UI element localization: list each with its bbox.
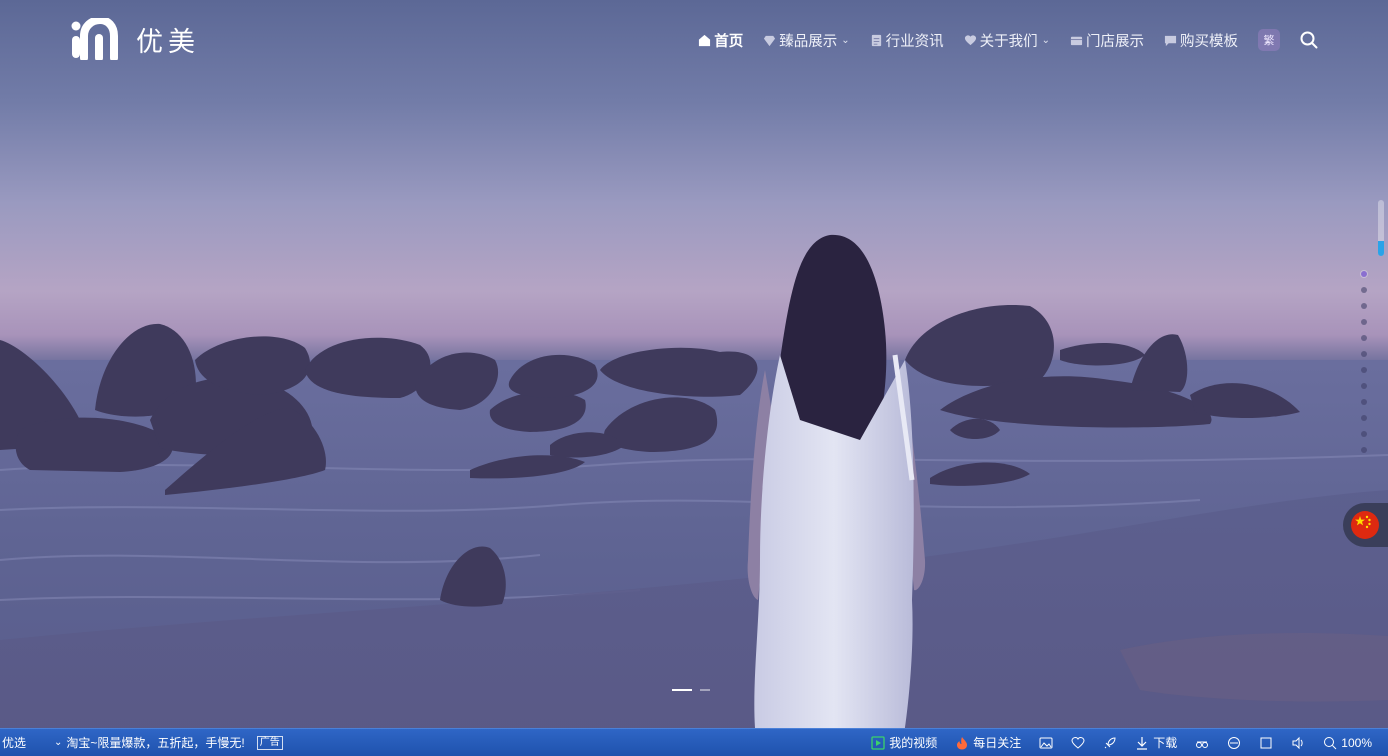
china-flag-icon (1351, 511, 1379, 539)
browser-e-icon[interactable] (1227, 736, 1241, 750)
chevron-down-double-icon: ⌄ (54, 737, 63, 748)
taskbar-left: 优选 (2, 729, 26, 756)
message-icon (1164, 35, 1177, 46)
speaker-icon[interactable] (1291, 736, 1305, 750)
nav-item-label: 门店展示 (1086, 33, 1144, 50)
nav-item-home[interactable]: 首页 (698, 30, 743, 51)
store-icon (1070, 36, 1083, 45)
chevron-down-icon: ⌄ (841, 34, 850, 46)
search-icon[interactable] (1300, 31, 1318, 49)
rocket-icon[interactable] (1103, 736, 1117, 750)
nav-item-label: 购买模板 (1180, 33, 1238, 50)
zoom-level-button[interactable]: 100% (1323, 736, 1372, 750)
traditional-chinese-toggle[interactable]: 繁 (1258, 29, 1280, 51)
document-icon (871, 34, 881, 46)
section-dot[interactable] (1361, 367, 1367, 373)
home-icon (699, 34, 711, 46)
hero-banner (0, 0, 1388, 728)
youxuan-label[interactable]: 优选 (2, 734, 26, 751)
beach-scene-image (0, 234, 1388, 728)
section-dot[interactable] (1361, 447, 1367, 453)
chevron-down-icon: ⌄ (1041, 34, 1050, 46)
woman-figure (747, 234, 926, 728)
section-dot[interactable] (1361, 351, 1367, 357)
site-logo[interactable]: 优美 (70, 18, 200, 60)
nav-item-buy-template[interactable]: 购买模板 (1164, 30, 1238, 51)
section-dot-nav (1361, 271, 1369, 463)
scroll-progress-indicator (1378, 241, 1384, 256)
diamond-icon (764, 35, 776, 46)
my-videos-button[interactable]: 我的视频 (871, 734, 937, 751)
logo-m-icon (71, 18, 118, 60)
section-dot[interactable] (1361, 431, 1367, 437)
site-header: 优美 首页 臻品展示 ⌄ 行业资讯 关于我们 ⌄ 门店展示 购买模板 繁 (0, 0, 1388, 80)
brand-name: 优美 (136, 26, 200, 58)
slide-bullet-active[interactable] (672, 689, 692, 691)
section-dot[interactable] (1361, 335, 1367, 341)
ad-tag: 广告 (256, 735, 283, 750)
section-dot[interactable] (1361, 271, 1367, 277)
section-dot[interactable] (1361, 303, 1367, 309)
nav-item-label: 关于我们 (979, 33, 1038, 50)
main-nav: 首页 臻品展示 ⌄ 行业资讯 关于我们 ⌄ 门店展示 购买模板 繁 (698, 28, 1318, 52)
heart-icon (964, 34, 976, 45)
browser-status-bar: 优选 ⌄ 淘宝~限量爆款，五折起，手慢无! 广告 我的视频 每日关注 下载 10… (0, 728, 1388, 756)
glasses-icon[interactable] (1195, 736, 1209, 750)
language-switch-button[interactable] (1343, 503, 1388, 547)
slide-bullet[interactable] (700, 689, 710, 691)
zoom-icon (1324, 736, 1337, 749)
nav-item-label: 行业资讯 (885, 33, 944, 50)
video-play-icon (871, 735, 885, 750)
news-ticker-text[interactable]: 淘宝~限量爆款，五折起，手慢无! (66, 734, 244, 751)
nav-item-stores[interactable]: 门店展示 (1070, 30, 1144, 51)
fire-icon (957, 736, 968, 749)
download-icon (1137, 736, 1148, 750)
nav-item-label: 首页 (714, 33, 744, 50)
section-dot[interactable] (1361, 287, 1367, 293)
zoom-level-value: 100% (1341, 735, 1372, 750)
image-icon[interactable] (1039, 736, 1053, 750)
section-dot[interactable] (1361, 383, 1367, 389)
download-button[interactable]: 下载 (1135, 734, 1177, 751)
daily-follow-label: 每日关注 (973, 736, 1022, 750)
section-dot[interactable] (1361, 415, 1367, 421)
download-label: 下载 (1153, 736, 1178, 750)
slider-pagination (672, 689, 710, 691)
nav-item-news[interactable]: 行业资讯 (870, 30, 944, 51)
nav-item-products[interactable]: 臻品展示 ⌄ (763, 30, 850, 51)
section-dot[interactable] (1361, 399, 1367, 405)
health-heart-icon[interactable] (1071, 736, 1085, 750)
taskbar-right: 我的视频 每日关注 下载 100% (871, 729, 1372, 756)
nav-item-about[interactable]: 关于我们 ⌄ (964, 30, 1050, 51)
section-dot[interactable] (1361, 319, 1367, 325)
nav-item-label: 臻品展示 (779, 33, 838, 50)
my-videos-label: 我的视频 (889, 736, 938, 750)
window-icon[interactable] (1259, 736, 1273, 750)
daily-follow-button[interactable]: 每日关注 (955, 734, 1021, 751)
news-ticker[interactable]: ⌄ 淘宝~限量爆款，五折起，手慢无! 广告 (54, 729, 283, 756)
